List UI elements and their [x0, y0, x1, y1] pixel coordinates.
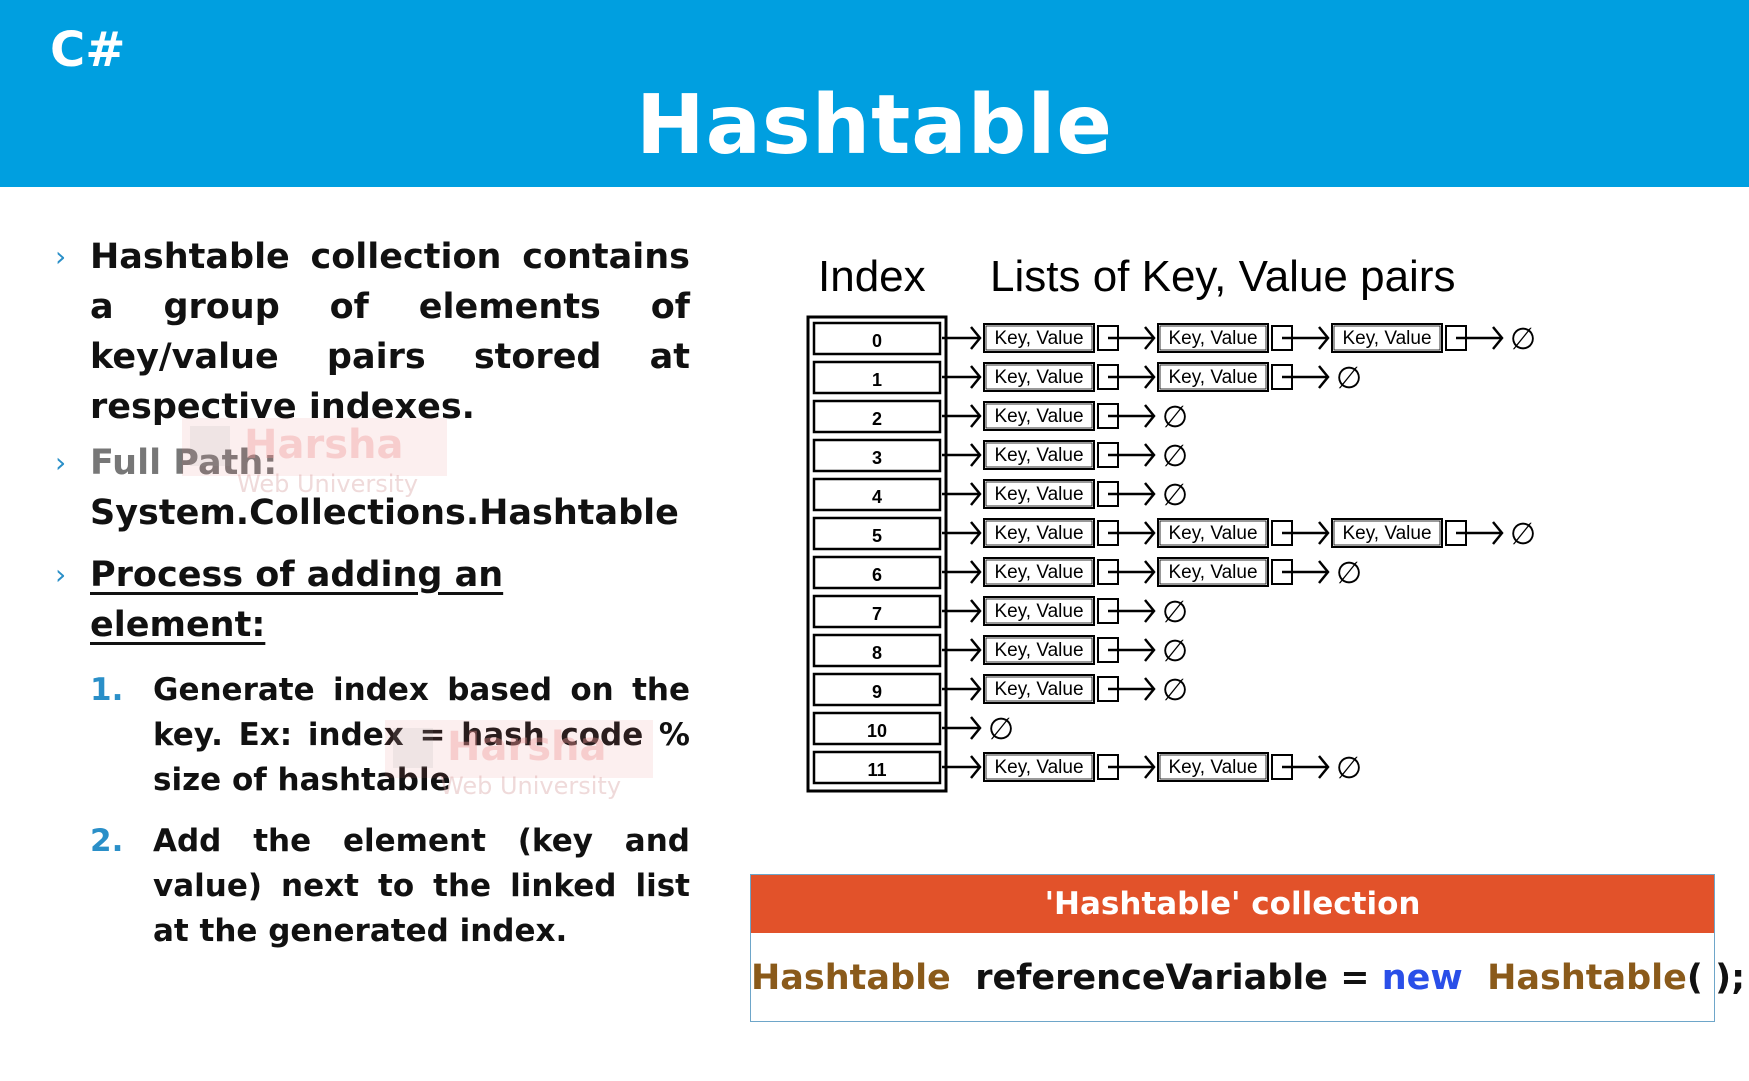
code-box: 'Hashtable' collection Hashtable referen… [750, 874, 1745, 1023]
code-variable: referenceVariable [975, 958, 1329, 998]
index-number: 9 [872, 682, 882, 702]
header-bar: C# Hashtable [0, 0, 1749, 187]
key-value-label: Key, Value [994, 601, 1083, 622]
index-number: 5 [872, 526, 882, 546]
key-value-label: Key, Value [994, 757, 1083, 778]
null-icon: ∅ [988, 712, 1014, 747]
null-icon: ∅ [1162, 400, 1188, 435]
key-value-label: Key, Value [1168, 757, 1257, 778]
code-keyword-new: new [1381, 958, 1463, 998]
code-ctor-name: Hashtable [1487, 958, 1687, 998]
code-box-heading: 'Hashtable' collection [751, 875, 1714, 933]
index-number: 8 [872, 643, 882, 663]
null-icon: ∅ [1510, 517, 1536, 552]
key-value-label: Key, Value [994, 523, 1083, 544]
step-number: 1. [90, 672, 124, 708]
key-value-label: Key, Value [994, 328, 1083, 349]
chevron-right-icon: › [55, 558, 67, 591]
index-number: 2 [872, 409, 882, 429]
bullet-description-text: Hashtable collection contains a group of… [90, 237, 690, 427]
null-icon: ∅ [1336, 556, 1362, 591]
null-icon: ∅ [1162, 595, 1188, 630]
brand-label: C# [50, 22, 126, 78]
index-number: 1 [872, 370, 882, 390]
page-title: Hashtable [635, 78, 1114, 173]
code-statement: Hashtable referenceVariable = new Hashta… [751, 933, 1745, 1023]
index-number: 3 [872, 448, 882, 468]
step-text: Add the element (key and value) next to … [153, 823, 690, 949]
key-value-label: Key, Value [994, 406, 1083, 427]
process-steps: 1. Generate index based on the key. Ex: … [55, 668, 690, 954]
process-step: 2. Add the element (key and value) next … [90, 819, 690, 954]
process-step: 1. Generate index based on the key. Ex: … [90, 668, 690, 803]
key-value-label: Key, Value [994, 679, 1083, 700]
code-parens: ( ); [1686, 958, 1746, 998]
chevron-right-icon: › [55, 240, 67, 273]
full-path-label: Full Path: [90, 443, 278, 483]
step-number: 2. [90, 823, 124, 859]
key-value-label: Key, Value [994, 445, 1083, 466]
null-icon: ∅ [1336, 751, 1362, 786]
index-number: 10 [867, 721, 887, 741]
null-icon: ∅ [1162, 439, 1188, 474]
lists-heading: Lists of Key, Value pairs [990, 255, 1455, 301]
key-value-label: Key, Value [994, 640, 1083, 661]
key-value-label: Key, Value [1168, 367, 1257, 388]
key-value-label: Key, Value [994, 484, 1083, 505]
index-number: 6 [872, 565, 882, 585]
key-value-label: Key, Value [1168, 562, 1257, 583]
hashtable-diagram: Index Lists of Key, Value pairs 0 Key, Valu… [806, 255, 1536, 793]
key-value-label: Key, Value [1342, 328, 1431, 349]
bullet-process: › Process of adding an element: [55, 550, 690, 650]
key-value-label: Key, Value [994, 562, 1083, 583]
key-value-label: Key, Value [1168, 328, 1257, 349]
index-number: 4 [872, 487, 882, 507]
index-heading: Index [818, 255, 926, 301]
null-icon: ∅ [1162, 673, 1188, 708]
full-path-value: System.Collections.Hashtable [90, 493, 679, 533]
null-icon: ∅ [1510, 322, 1536, 357]
index-number: 11 [867, 760, 886, 780]
null-icon: ∅ [1162, 478, 1188, 513]
bullet-description: › Hashtable collection contains a group … [55, 232, 690, 432]
code-equals: = [1340, 958, 1370, 998]
chevron-right-icon: › [55, 446, 67, 479]
process-heading: Process of adding an element: [90, 555, 504, 645]
bullet-full-path: › Full Path: System.Collections.Hashtabl… [55, 438, 690, 538]
content-panel: › Hashtable collection contains a group … [55, 232, 690, 970]
key-value-label: Key, Value [1168, 523, 1257, 544]
key-value-label: Key, Value [994, 367, 1083, 388]
null-icon: ∅ [1336, 361, 1362, 396]
null-icon: ∅ [1162, 634, 1188, 669]
code-type-name: Hashtable [751, 958, 951, 998]
key-value-label: Key, Value [1342, 523, 1431, 544]
step-text: Generate index based on the key. Ex: ind… [153, 672, 690, 798]
index-number: 0 [872, 331, 882, 351]
index-number: 7 [872, 604, 882, 624]
